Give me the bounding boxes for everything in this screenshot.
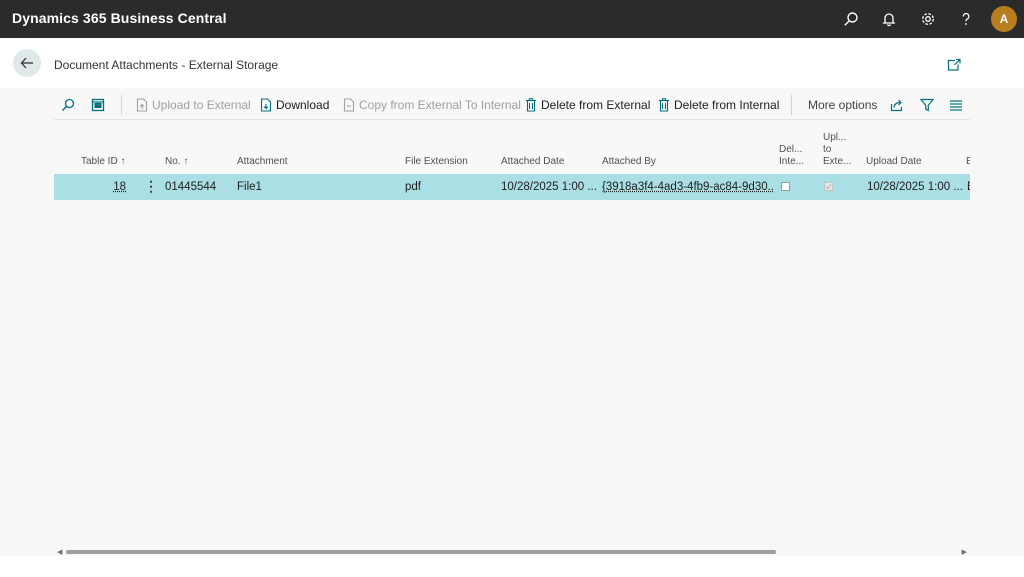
document-copy-icon	[343, 98, 355, 112]
delete-from-external-button[interactable]: Delete from External	[525, 95, 650, 115]
col-deleted-internal-line2: Inte...	[779, 156, 805, 167]
col-upload-date[interactable]: Upload Date	[866, 156, 922, 168]
help-icon[interactable]	[955, 8, 977, 30]
col-attachment[interactable]: Attachment	[237, 156, 288, 168]
cell-attachment[interactable]: File1	[237, 181, 262, 193]
checkmark-icon	[825, 184, 832, 190]
page-title: Document Attachments - External Storage	[54, 58, 279, 72]
download-button[interactable]: Download	[260, 95, 329, 115]
document-upload-icon	[136, 98, 148, 112]
col-attached-by[interactable]: Attached By	[602, 156, 656, 168]
action-bar-divider	[54, 119, 970, 120]
filter-icon[interactable]	[920, 95, 934, 115]
back-button[interactable]	[13, 49, 41, 77]
upload-to-external-label: Upload to External	[152, 98, 251, 112]
document-download-icon	[260, 98, 272, 112]
col-file-extension[interactable]: File Extension	[405, 156, 468, 168]
col-next[interactable]: E	[966, 156, 970, 168]
col-deleted-internal[interactable]: Del... Inte...	[779, 144, 819, 168]
bell-icon[interactable]	[878, 8, 900, 30]
upload-to-external-button[interactable]: Upload to External	[136, 95, 251, 115]
col-uploaded-external-line1: Upl...	[823, 132, 847, 143]
search-icon[interactable]	[840, 8, 862, 30]
app-title[interactable]: Dynamics 365 Business Central	[12, 10, 227, 26]
copy-from-external-label: Copy from External To Internal	[359, 98, 521, 112]
trash-icon	[659, 98, 669, 112]
col-uploaded-external[interactable]: Upl... to Exte...	[823, 132, 863, 168]
col-uploaded-external-line3: Exte...	[823, 156, 852, 167]
download-label: Download	[276, 98, 330, 112]
action-bar: Upload to External Download Copy from Ex…	[54, 91, 970, 119]
col-table-id[interactable]: Table ID ↑	[81, 156, 125, 168]
grid-header: Table ID ↑ No. ↑ Attachment File Extensi…	[54, 122, 970, 174]
scroll-right-arrow-icon[interactable]: ▶	[962, 548, 967, 556]
cell-attached-by[interactable]: {3918a3f4-4ad3-4fb9-ac84-9d30...	[602, 181, 774, 193]
page-header: Document Attachments - External Storage	[0, 38, 1024, 88]
delete-from-internal-button[interactable]: Delete from Internal	[658, 95, 779, 115]
cell-attached-date: 10/28/2025 1:00 ...	[501, 181, 596, 193]
col-attached-date[interactable]: Attached Date	[501, 156, 564, 168]
user-avatar[interactable]: A	[991, 6, 1017, 32]
open-in-new-window-icon[interactable]	[946, 58, 962, 72]
scrollbar-thumb[interactable]	[66, 550, 776, 554]
cell-no: 01445544	[165, 181, 217, 193]
bottom-strip	[0, 556, 1024, 577]
separator	[791, 95, 792, 115]
table-row[interactable]: 18 ⋮ 01445544 File1 pdf 10/28/2025 1:00 …	[54, 174, 970, 200]
cell-upload-date: 10/28/2025 1:00 ...	[867, 181, 962, 193]
scroll-left-arrow-icon[interactable]: ◀	[57, 548, 62, 556]
trash-icon	[526, 98, 536, 112]
top-bar: Dynamics 365 Business Central A	[0, 0, 1024, 38]
cell-file-extension: pdf	[405, 181, 421, 193]
col-no[interactable]: No. ↑	[165, 156, 188, 168]
col-uploaded-external-line2: to	[823, 144, 832, 155]
list-view-icon[interactable]	[949, 95, 963, 115]
more-options-button[interactable]: More options	[808, 95, 877, 115]
delete-from-internal-label: Delete from Internal	[674, 98, 780, 112]
cell-next: E	[967, 181, 970, 193]
deleted-internal-checkbox[interactable]	[781, 182, 790, 191]
row-menu-button[interactable]: ⋮	[144, 178, 158, 195]
copy-from-external-button[interactable]: Copy from External To Internal	[343, 95, 521, 115]
page-content: Document Attachments - External Storage …	[0, 38, 1024, 556]
col-deleted-internal-line1: Del...	[779, 144, 803, 155]
share-icon[interactable]	[890, 95, 904, 115]
search-list-icon[interactable]	[61, 95, 75, 115]
delete-from-external-label: Delete from External	[541, 98, 651, 112]
separator	[121, 95, 122, 115]
uploaded-external-checkbox	[824, 182, 833, 191]
gear-icon[interactable]	[917, 8, 939, 30]
arrow-left-icon	[20, 57, 33, 69]
cell-table-id[interactable]: 18	[112, 181, 126, 193]
edit-list-icon[interactable]	[91, 95, 105, 115]
more-options-label: More options	[808, 98, 878, 112]
